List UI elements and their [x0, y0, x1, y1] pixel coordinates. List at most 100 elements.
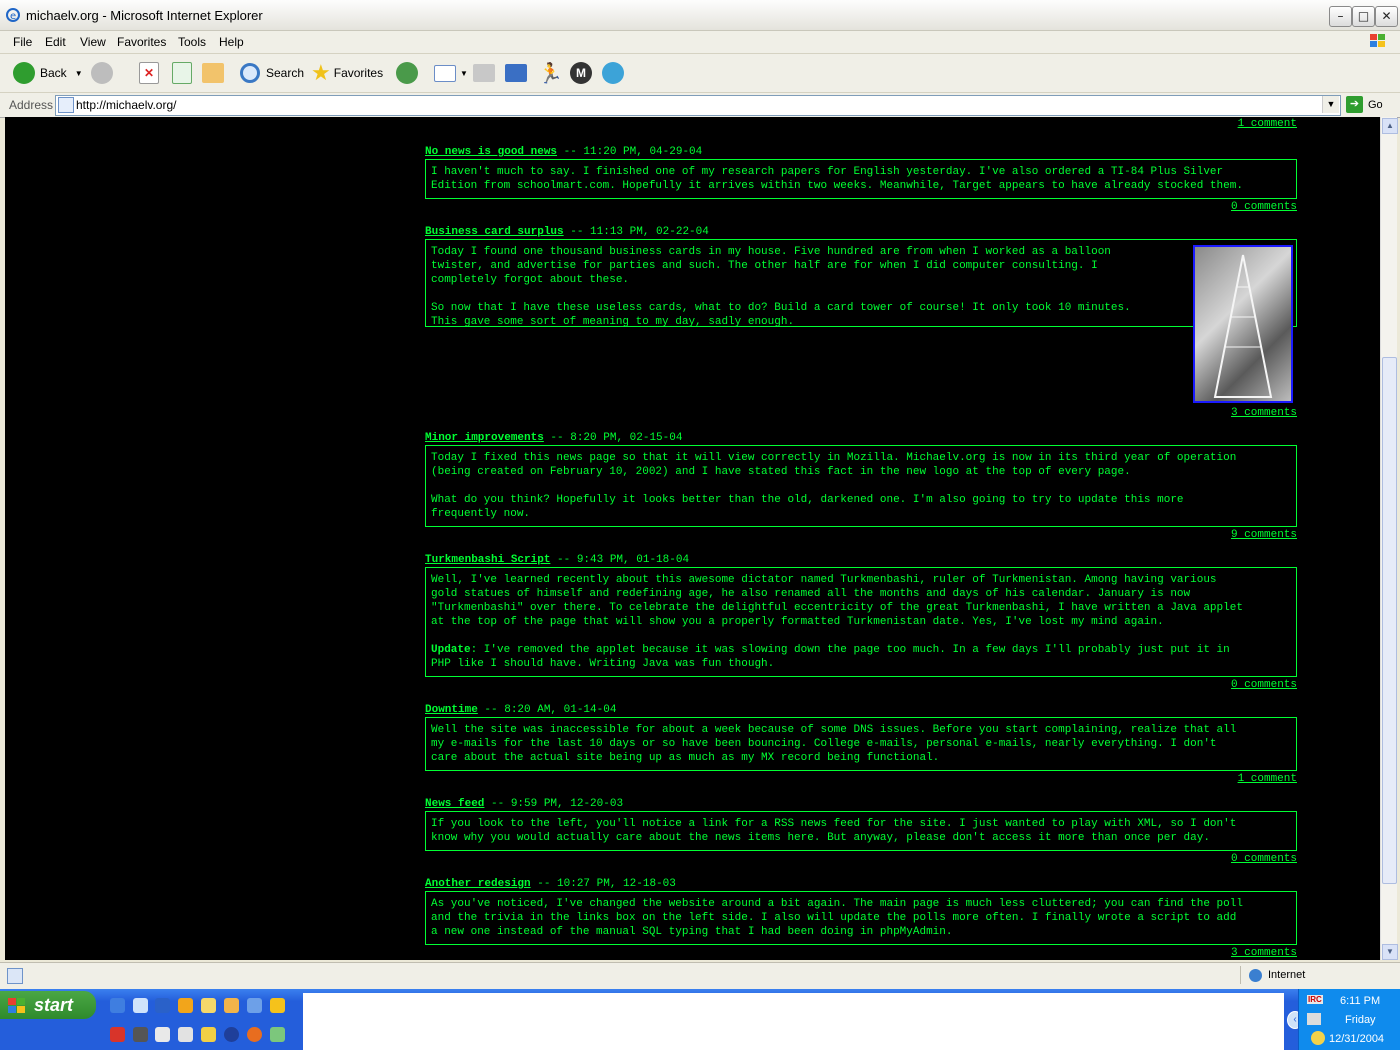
news-post: Minor improvements -- 8:20 PM, 02-15-04 …: [425, 432, 1297, 541]
address-input[interactable]: http://michaelv.org/ ▼: [55, 95, 1341, 116]
favorites-label: Favorites: [333, 66, 384, 80]
toolbar: Back ▼ ✕ Search ★ Favorites ▼ 🏃 M: [0, 54, 1400, 93]
stop-icon: ✕: [139, 62, 159, 84]
mail-icon: [434, 64, 456, 82]
msn-icon: [602, 62, 624, 84]
vertical-scrollbar[interactable]: ▲ ▼: [1380, 117, 1398, 960]
back-button[interactable]: Back ▼: [13, 60, 83, 86]
desktop-quicklaunch-icon[interactable]: [133, 998, 148, 1013]
edit-button[interactable]: [505, 60, 527, 86]
post-body: Today I found one thousand business card…: [425, 239, 1297, 328]
outlook-quicklaunch-icon[interactable]: [155, 998, 170, 1013]
favorites-button[interactable]: ★ Favorites: [311, 60, 383, 86]
notepad-quicklaunch-icon[interactable]: [155, 1027, 170, 1042]
post-meta: -- 10:27 PM, 12-18-03: [530, 878, 676, 890]
post-title[interactable]: News feed: [425, 798, 484, 810]
system-tray: IRC 6:11 PM Friday 12/31/2004: [1298, 989, 1400, 1050]
history-button[interactable]: [396, 60, 418, 86]
stop-quicklaunch-icon[interactable]: [110, 1027, 125, 1042]
taskbar-empty-area: [303, 993, 1284, 1050]
svg-text:e: e: [10, 11, 16, 22]
aim-tray-icon[interactable]: [1311, 1031, 1325, 1045]
address-dropdown-button[interactable]: ▼: [1322, 96, 1339, 113]
card-tower-photo[interactable]: [1193, 245, 1293, 403]
post-title[interactable]: Another redesign: [425, 878, 531, 890]
news-post: Business card surplus -- 11:13 PM, 02-22…: [425, 226, 1297, 419]
music-quicklaunch-icon[interactable]: [270, 1027, 285, 1042]
printer-quicklaunch-icon[interactable]: [133, 1027, 148, 1042]
comment-link[interactable]: 3 comments: [425, 947, 1297, 959]
address-url: http://michaelv.org/: [76, 98, 177, 112]
address-label: Address: [9, 98, 54, 112]
post-body: I haven't much to say. I finished one of…: [425, 159, 1297, 199]
stop-button[interactable]: ✕: [139, 60, 159, 86]
aim-quicklaunch-icon[interactable]: [201, 998, 216, 1013]
comment-link[interactable]: 0 comments: [425, 853, 1297, 865]
msn-button[interactable]: [602, 60, 624, 86]
firefox-quicklaunch-icon[interactable]: [247, 1027, 262, 1042]
smiley-quicklaunch-icon[interactable]: [201, 1027, 216, 1042]
scroll-up-button[interactable]: ▲: [1382, 118, 1398, 134]
post-body: Well the site was inaccessible for about…: [425, 717, 1297, 771]
back-arrow-icon: [13, 62, 35, 84]
menu-help[interactable]: Help: [219, 35, 244, 49]
menu-favorites[interactable]: Favorites: [117, 35, 166, 49]
news-post: News feed -- 9:59 PM, 12-20-03 If you lo…: [425, 798, 1297, 865]
scroll-down-button[interactable]: ▼: [1382, 944, 1398, 960]
irc-quicklaunch-icon[interactable]: [178, 1027, 193, 1042]
refresh-button[interactable]: [172, 60, 192, 86]
post-meta: -- 9:43 PM, 01-18-04: [550, 554, 690, 566]
post-body: Well, I've learned recently about this a…: [425, 567, 1297, 677]
info-quicklaunch-icon[interactable]: [224, 1027, 239, 1042]
menu-file[interactable]: File: [13, 35, 32, 49]
comment-link[interactable]: 1 comment: [425, 773, 1297, 785]
zone-indicator: Internet: [1240, 966, 1305, 984]
comment-link[interactable]: 3 comments: [425, 407, 1297, 419]
sun-quicklaunch-icon[interactable]: [270, 998, 285, 1013]
menu-view[interactable]: View: [80, 35, 106, 49]
globe-icon: [1249, 968, 1262, 982]
update-text: : I've removed the applet because it was…: [431, 644, 1230, 670]
clock-day: Friday: [1345, 1014, 1376, 1026]
post-title[interactable]: Downtime: [425, 704, 478, 716]
comment-link[interactable]: 0 comments: [425, 201, 1297, 213]
taskbar: start ‹ IRC 6:11 PM Friday 12/31/2004: [0, 989, 1400, 1050]
m-button[interactable]: M: [570, 60, 592, 86]
maximize-button[interactable]: □: [1352, 6, 1375, 27]
clock-time[interactable]: 6:11 PM: [1340, 995, 1380, 1007]
messenger-button[interactable]: 🏃: [538, 60, 563, 86]
ie-quicklaunch-icon[interactable]: [110, 998, 125, 1013]
irc-tray-icon[interactable]: IRC: [1307, 995, 1323, 1004]
close-button[interactable]: ✕: [1375, 6, 1398, 27]
comment-link[interactable]: 1 comment: [1205, 118, 1297, 130]
scroll-thumb[interactable]: [1382, 357, 1397, 884]
page-content: 1 comment No news is good news -- 11:20 …: [5, 117, 1380, 960]
search-button[interactable]: Search: [240, 60, 304, 86]
post-meta: -- 8:20 AM, 01-14-04: [477, 704, 617, 716]
comment-link[interactable]: 0 comments: [425, 679, 1297, 691]
menu-edit[interactable]: Edit: [45, 35, 66, 49]
pencil-quicklaunch-icon[interactable]: [224, 998, 239, 1013]
clock-date: 12/31/2004: [1329, 1033, 1385, 1045]
chevron-down-icon: ▼: [460, 68, 468, 78]
mail-button[interactable]: ▼: [434, 60, 468, 86]
go-button[interactable]: ➔ Go: [1346, 96, 1383, 113]
home-button[interactable]: [202, 60, 224, 86]
monitor-tray-icon[interactable]: [1307, 1013, 1321, 1025]
post-body: Today I fixed this news page so that it …: [425, 445, 1297, 527]
post-title[interactable]: Business card surplus: [425, 226, 564, 238]
menu-tools[interactable]: Tools: [178, 35, 206, 49]
post-title[interactable]: No news is good news: [425, 146, 557, 158]
status-bar: Internet: [0, 962, 1400, 989]
forward-button[interactable]: [91, 60, 113, 86]
post-title[interactable]: Minor improvements: [425, 432, 544, 444]
minimize-button[interactable]: –: [1329, 6, 1352, 27]
search-icon: [240, 63, 260, 83]
post-title[interactable]: Turkmenbashi Script: [425, 554, 550, 566]
comment-link[interactable]: 9 comments: [425, 529, 1297, 541]
history-icon: [396, 62, 418, 84]
address-bar: Address http://michaelv.org/ ▼ ➔ Go: [0, 93, 1400, 118]
media-quicklaunch-icon[interactable]: [178, 998, 193, 1013]
print-button[interactable]: [473, 60, 495, 86]
network-quicklaunch-icon[interactable]: [247, 998, 262, 1013]
